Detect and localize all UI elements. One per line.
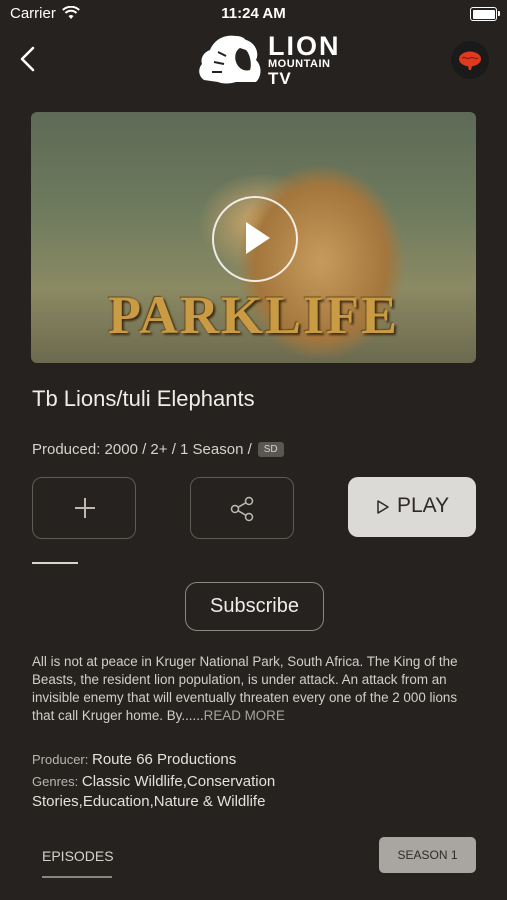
logo-word-tv: TV: [268, 69, 292, 88]
producer-label: Producer:: [32, 752, 89, 767]
lion-head-icon: [199, 35, 261, 84]
show-description: All is not at peace in Kruger National P…: [32, 653, 477, 725]
subscribe-button[interactable]: Subscribe: [185, 582, 324, 631]
tab-episodes[interactable]: EPISODES: [42, 848, 114, 864]
play-icon: [377, 500, 389, 514]
section-divider: [32, 562, 78, 564]
genres-info: Genres: Classic Wildlife,Conservation St…: [32, 772, 332, 812]
share-button[interactable]: [190, 477, 294, 539]
tab-active-indicator: [42, 876, 112, 878]
app-logo: LION MOUNTAIN TV: [196, 31, 356, 88]
play-overlay-button[interactable]: [212, 196, 298, 282]
plus-icon: [75, 498, 95, 518]
producer-value: Route 66 Productions: [92, 751, 237, 768]
hero-thumbnail[interactable]: PARKLIFE: [31, 112, 476, 363]
battery-icon: [470, 7, 500, 21]
back-button[interactable]: [14, 44, 44, 74]
quality-badge: SD: [257, 442, 284, 457]
genres-label: Genres:: [32, 774, 79, 789]
share-icon: [230, 496, 254, 522]
hero-brand-title: PARKLIFE: [107, 285, 399, 345]
play-label: PLAY: [397, 494, 450, 517]
show-title: Tb Lions/tuli Elephants: [32, 386, 255, 411]
profile-avatar[interactable]: [451, 41, 489, 79]
add-to-list-button[interactable]: [32, 477, 136, 539]
read-more-link[interactable]: READ MORE: [204, 708, 285, 723]
producer-info: Producer: Route 66 Productions: [32, 751, 236, 768]
play-button[interactable]: PLAY: [348, 477, 476, 537]
season-selector[interactable]: SEASON 1: [379, 837, 476, 873]
status-bar: Carrier 11:24 AM: [0, 0, 507, 28]
show-meta-text: Produced: 2000 / 2+ / 1 Season /: [32, 441, 252, 458]
chevron-left-icon: [20, 46, 35, 72]
show-meta: Produced: 2000 / 2+ / 1 Season / SD: [32, 441, 284, 458]
brain-icon: [459, 51, 481, 70]
status-time: 11:24 AM: [221, 5, 286, 22]
